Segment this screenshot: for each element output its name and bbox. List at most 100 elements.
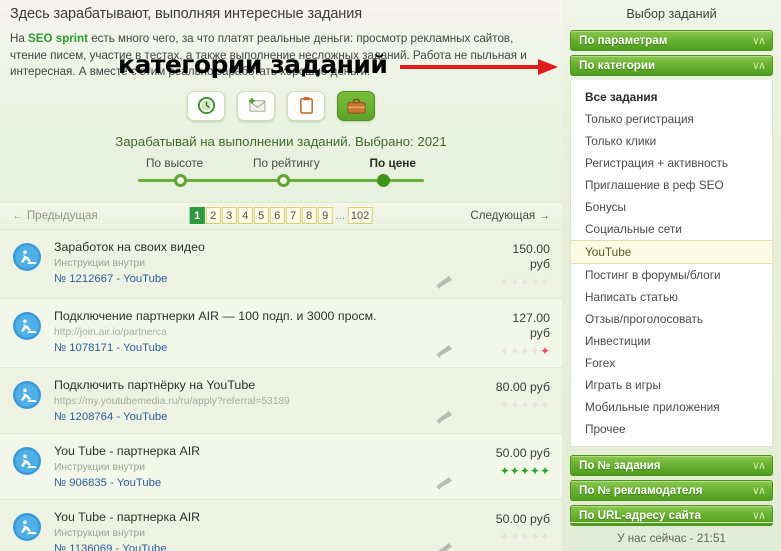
sort-node-price[interactable] — [377, 173, 390, 187]
sidebar-category-item[interactable]: Написать статью — [571, 286, 772, 308]
task-price: 80.00 руб — [430, 380, 550, 395]
task-info: You Tube - партнерка AIR Инструкции внутр… — [54, 510, 430, 551]
task-row[interactable]: Подключение партнерки AIR — 100 подп. и … — [0, 298, 562, 368]
task-name[interactable]: You Tube - партнерка AIR — [54, 510, 430, 525]
worker-badge-icon — [12, 380, 42, 410]
star-icon: ✦ — [499, 274, 510, 289]
task-info: Заработок на своих видео Инструкции внутр… — [54, 240, 430, 287]
chevron-updown-icon: ∨∧ — [751, 509, 766, 522]
page-number[interactable]: 6 — [269, 207, 285, 224]
category-list: Все задания Только регистрация Только клик… — [570, 80, 773, 447]
task-price: 50.00 руб — [430, 446, 550, 461]
task-number[interactable]: № 1208764 - YouTube — [54, 410, 430, 425]
task-row[interactable]: Подключить партнёрку на YouTube https://m… — [0, 367, 562, 434]
sidebar-category-item[interactable]: Все задания — [571, 86, 772, 108]
task-right: 50.00 руб ✦✦✦✦✦ — [430, 510, 550, 545]
server-clock: У нас сейчас - 21:51 — [570, 522, 773, 545]
sidebar-category-item[interactable]: Бонусы — [571, 196, 772, 218]
task-row[interactable]: Заработок на своих видео Инструкции внутр… — [0, 229, 562, 299]
task-name[interactable]: You Tube - партнерка AIR — [54, 444, 430, 459]
task-price-value: 50.00 — [495, 445, 527, 460]
sidebar-category-item[interactable]: Мобильные приложения — [571, 396, 772, 418]
task-price-value: 50.00 — [495, 511, 527, 526]
star-icon: ✦ — [529, 274, 540, 289]
globe-clock-icon[interactable] — [187, 90, 225, 121]
sidebar-category-item[interactable]: Постинг в форумы/блоги — [571, 264, 772, 286]
sort-option-price[interactable]: По цене — [370, 156, 416, 170]
page-number[interactable]: 4 — [237, 207, 253, 224]
prev-page-link[interactable]: ← Предыдущая — [12, 209, 98, 222]
sort-node-rating[interactable] — [277, 173, 290, 187]
worker-badge-icon — [12, 311, 42, 341]
sidebar-category-item[interactable]: Только клики — [571, 130, 772, 152]
sort-labels: По высоте По рейтингу По цене — [146, 156, 416, 170]
task-number[interactable]: № 906835 - YouTube — [54, 476, 430, 491]
star-icon: ✦ — [509, 274, 520, 289]
star-icon: ✦ — [509, 463, 520, 478]
task-price: 127.00 руб — [430, 311, 550, 341]
star-icon: ✦ — [499, 343, 510, 358]
page-number[interactable]: 2 — [205, 207, 221, 224]
sidebar-filter-by-category[interactable]: По категории ∨∧ — [570, 55, 773, 76]
sort-option-height[interactable]: По высоте — [146, 156, 203, 170]
sidebar-category-item[interactable]: Прочее — [571, 418, 772, 440]
task-number[interactable]: № 1212667 - YouTube — [54, 272, 430, 287]
star-icon: ✦ — [499, 529, 510, 544]
intro-prefix: На — [10, 32, 29, 45]
chevron-updown-icon: ∨∧ — [751, 459, 766, 472]
sidebar-category-item[interactable]: Отзыв/проголосовать — [571, 308, 772, 330]
sidebar-category-item[interactable]: Играть в игры — [571, 374, 772, 396]
pagination-ellipsis: ... — [335, 209, 345, 222]
task-row[interactable]: You Tube - партнерка AIR Инструкции внутр… — [0, 433, 562, 500]
clipboard-icon[interactable] — [287, 90, 325, 121]
task-row[interactable]: You Tube - партнерка AIR Инструкции внутр… — [0, 499, 562, 551]
sidebar-category-item[interactable]: Только регистрация — [571, 108, 772, 130]
star-icon: ✦ — [519, 397, 530, 412]
sidebar-category-item[interactable]: Приглашение в реф SEO — [571, 174, 772, 196]
task-name[interactable]: Подключение партнерки AIR — 100 подп. и … — [54, 309, 430, 324]
section-icon-row — [0, 90, 562, 121]
page-number[interactable]: 102 — [347, 207, 373, 224]
sidebar-category-item[interactable]: Социальные сети — [571, 218, 772, 240]
page-number[interactable]: 9 — [317, 207, 333, 224]
page-number[interactable]: 3 — [221, 207, 237, 224]
sidebar-filter-button[interactable]: По № задания ∨∧ — [570, 455, 773, 476]
sidebar-item-label: По URL-адресу сайта — [579, 509, 701, 522]
task-name[interactable]: Заработок на своих видео — [54, 240, 430, 255]
sidebar-filter-button[interactable]: По № рекламодателя ∨∧ — [570, 480, 773, 501]
sort-option-rating[interactable]: По рейтингу — [253, 156, 320, 170]
star-icon: ✦ — [539, 274, 550, 289]
sidebar-item-label: По категории — [579, 59, 656, 72]
sidebar-category-item[interactable]: Forex — [571, 352, 772, 374]
task-info: You Tube - партнерка AIR Инструкции внутр… — [54, 444, 430, 491]
task-info: Подключение партнерки AIR — 100 подп. и … — [54, 309, 430, 356]
worker-badge-icon — [12, 446, 42, 476]
page-number[interactable]: 5 — [253, 207, 269, 224]
sidebar-category-item[interactable]: Инвестиции — [571, 330, 772, 352]
next-page-link[interactable]: Следующая → — [470, 209, 550, 222]
page-number[interactable]: 8 — [301, 207, 317, 224]
worker-badge-icon — [12, 512, 42, 542]
sort-slider[interactable]: По высоте По рейтингу По цене — [138, 156, 424, 190]
task-description: Инструкции внутри — [54, 461, 145, 473]
main-content: Здесь зарабатывают, выполняя интересные … — [0, 0, 562, 551]
sidebar-category-item[interactable]: YouTube — [571, 240, 772, 264]
star-icon: ✦ — [539, 463, 550, 478]
task-number[interactable]: № 1136069 - YouTube — [54, 542, 430, 551]
sort-node-height[interactable] — [174, 173, 187, 187]
sidebar-filter-by-parameters[interactable]: По параметрам ∨∧ — [570, 30, 773, 51]
task-name[interactable]: Подключить партнёрку на YouTube — [54, 378, 430, 393]
briefcase-icon[interactable] — [337, 90, 375, 121]
task-right: 80.00 руб ✦✦✦✦✦ — [430, 378, 550, 413]
star-icon: ✦ — [529, 463, 540, 478]
task-number[interactable]: № 1078171 - YouTube — [54, 341, 430, 356]
sidebar-category-item[interactable]: Регистрация + активность — [571, 152, 772, 174]
annotation-arrow-icon — [400, 59, 560, 75]
sidebar-item-label: По № задания — [579, 459, 661, 472]
task-price-value: 80.00 — [495, 379, 527, 394]
mail-plus-icon[interactable] — [237, 90, 275, 121]
star-icon: ✦ — [509, 397, 520, 412]
page-number[interactable]: 1 — [189, 207, 205, 224]
pagination: ← Предыдущая 1 2 3 4 5 6 7 8 9... 102 Следующая → — [0, 201, 562, 230]
page-number[interactable]: 7 — [285, 207, 301, 224]
